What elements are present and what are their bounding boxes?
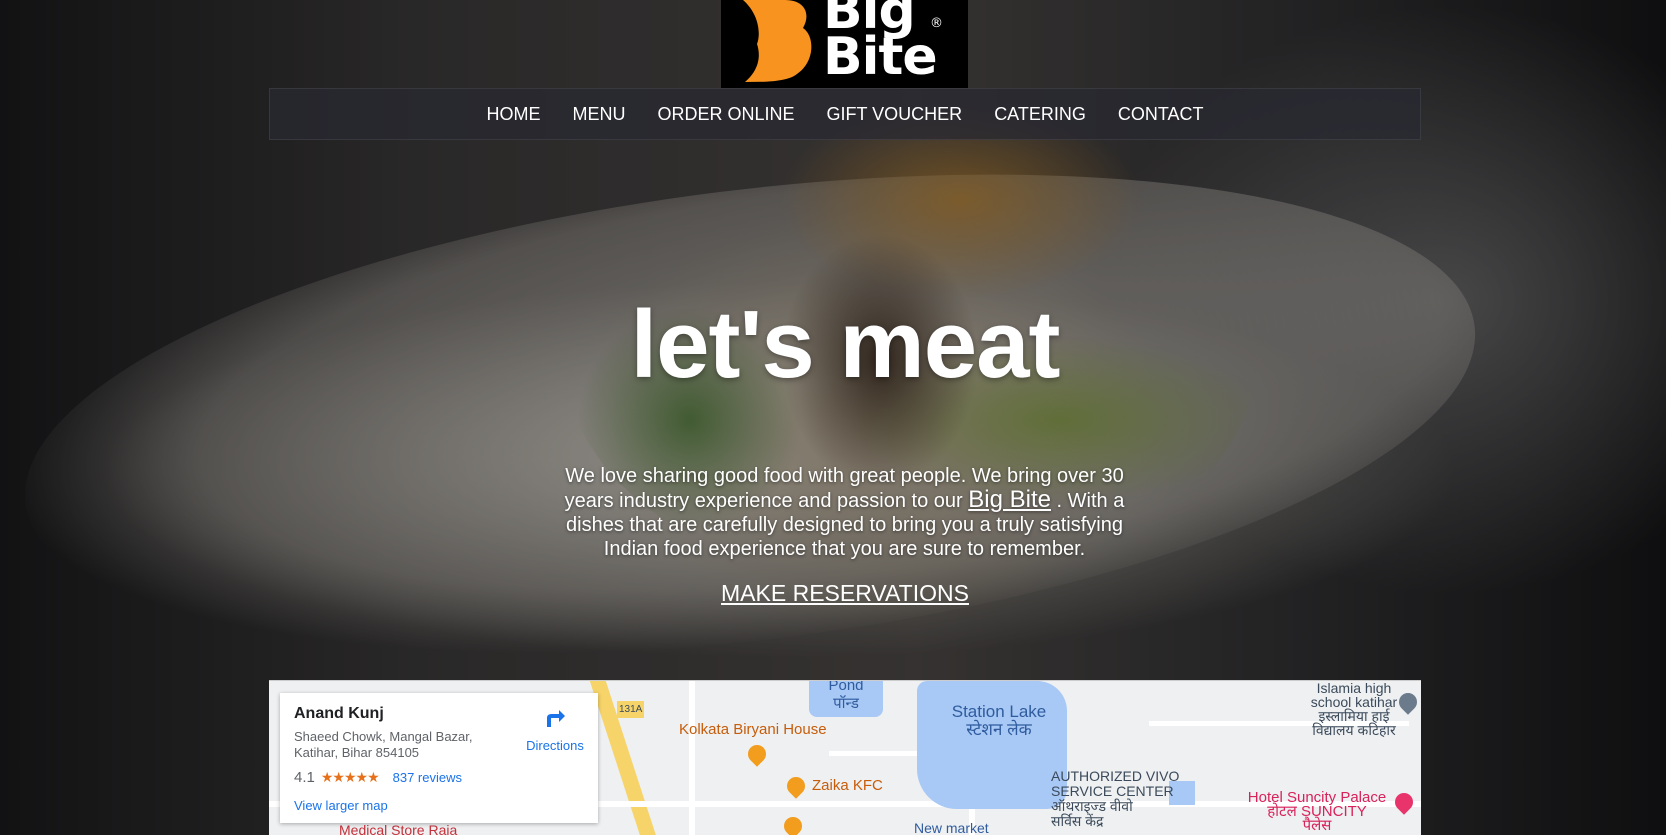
restaurant-pin-icon[interactable] <box>744 741 770 767</box>
nav-contact[interactable]: CONTACT <box>1102 104 1220 125</box>
directions-button[interactable]: Directions <box>520 705 590 753</box>
nav-order-online[interactable]: ORDER ONLINE <box>641 104 810 125</box>
map-label-new-market[interactable]: New market <box>914 821 989 835</box>
hotel-pin-icon[interactable] <box>1391 789 1417 815</box>
nav-home[interactable]: HOME <box>470 104 556 125</box>
rating-stars-icon: ★★★★★ <box>320 769 380 785</box>
map-road <box>689 681 695 835</box>
make-reservations-link[interactable]: MAKE RESERVATIONS <box>0 580 1666 607</box>
map-label-medical-store[interactable]: Medical Store Raja <box>339 823 457 835</box>
view-larger-map-link[interactable]: View larger map <box>294 798 584 813</box>
logo-wordmark: Big Bite <box>823 0 938 87</box>
reviews-link[interactable]: 837 reviews <box>393 770 462 785</box>
place-info-card: Anand Kunj Shaeed Chowk, Mangal Bazar, K… <box>280 693 598 823</box>
hero-intro: We love sharing good food with great peo… <box>558 464 1131 561</box>
map-label-hotel-suncity[interactable]: Hotel Suncity Palace होटल SUNCITY पैलेस <box>1247 790 1387 833</box>
map-road-shield: 131A <box>617 701 645 718</box>
nav-catering[interactable]: CATERING <box>978 104 1102 125</box>
logo-b-mark-icon <box>743 0 812 82</box>
restaurant-pin-icon[interactable] <box>783 773 809 799</box>
map-label-kolkata-biryani[interactable]: Kolkata Biryani House <box>679 721 827 738</box>
logo-registered-mark: ® <box>930 16 943 31</box>
restaurant-pin-icon[interactable] <box>780 813 806 835</box>
directions-icon <box>547 710 565 727</box>
map-label-zaika-kfc[interactable]: Zaika KFC <box>812 777 883 794</box>
map-label-vivo-service[interactable]: AUTHORIZED VIVO SERVICE CENTER ऑथराइज्ड … <box>1051 769 1179 829</box>
map-label-islamia: Islamia high school katihar इस्लामिया हा… <box>1310 680 1398 738</box>
intro-brand-link[interactable]: Big Bite <box>968 486 1051 513</box>
rating-value: 4.1 <box>294 769 315 786</box>
nav-gift-voucher[interactable]: GIFT VOUCHER <box>811 104 979 125</box>
place-rating-row: 4.1 ★★★★★ 837 reviews <box>294 769 584 786</box>
place-address: Shaeed Chowk, Mangal Bazar, Katihar, Bih… <box>294 729 473 760</box>
map-label-station-lake: Station Lake स्टेशन लेक <box>951 702 1047 739</box>
main-navigation: HOME MENU ORDER ONLINE GIFT VOUCHER CATE… <box>269 88 1421 140</box>
brand-logo[interactable]: Big Bite ® <box>721 0 968 88</box>
hero-headline: let's meat <box>630 291 1060 398</box>
logo-line-2: Bite <box>823 27 938 87</box>
nav-menu[interactable]: MENU <box>556 104 641 125</box>
station-lake-water <box>917 681 1067 809</box>
directions-label: Directions <box>526 738 584 753</box>
embedded-map[interactable]: Pond पॉन्ड Station Lake स्टेशन लेक Islam… <box>269 680 1421 835</box>
map-label-pond: Pond पॉन्ड <box>828 680 864 712</box>
